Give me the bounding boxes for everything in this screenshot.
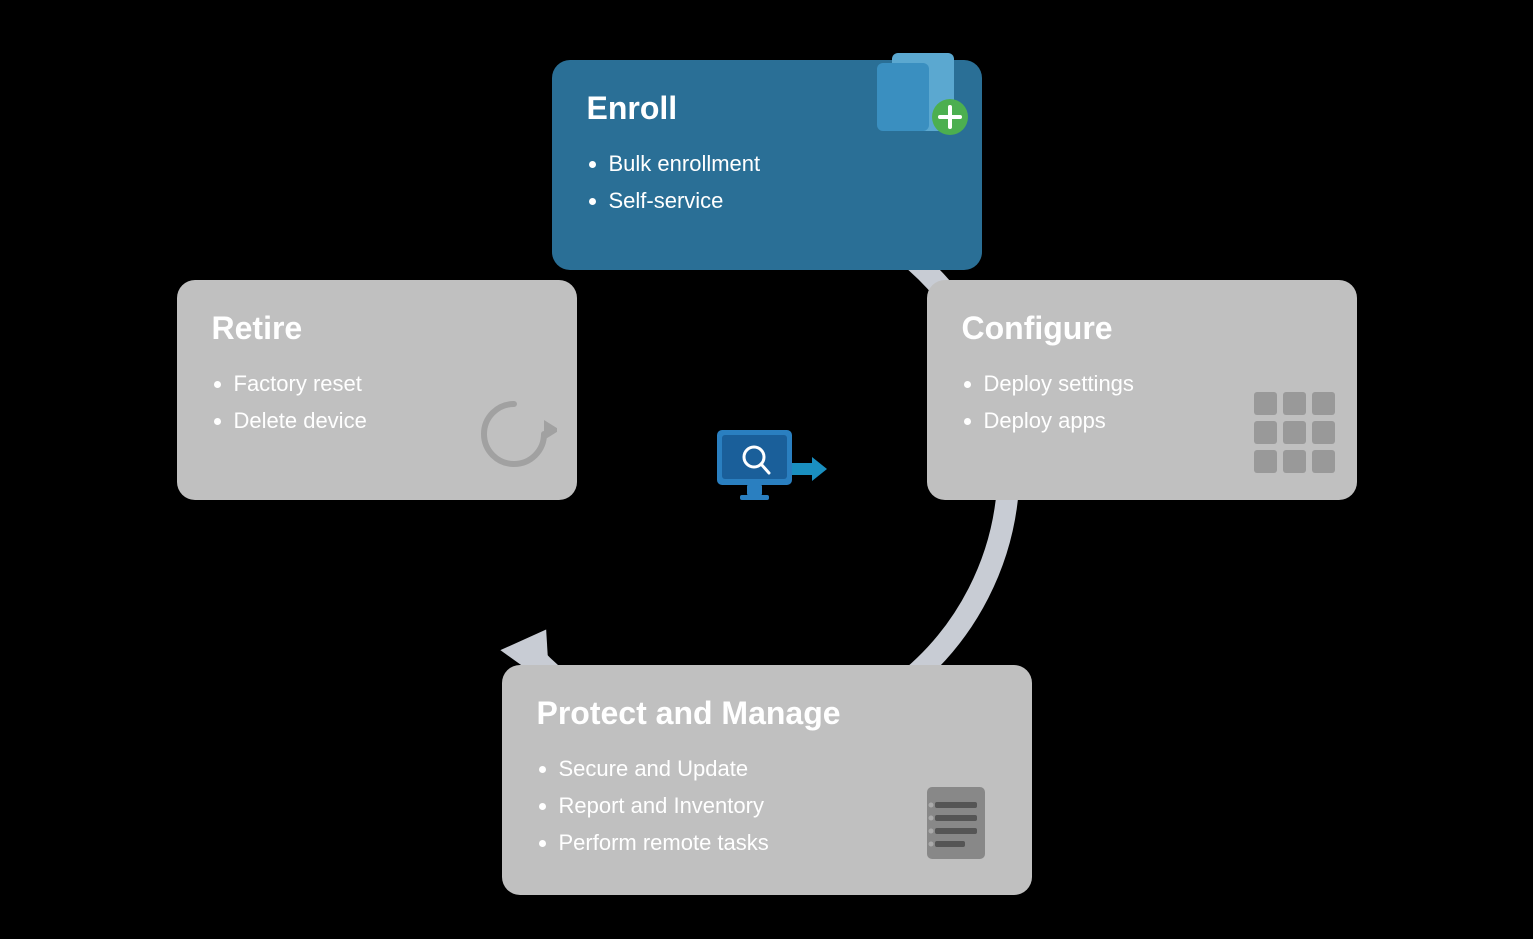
retire-card: Retire Factory reset Delete device	[177, 280, 577, 500]
protect-title: Protect and Manage	[537, 695, 997, 732]
protect-icon	[917, 782, 1007, 877]
enroll-item-2: Self-service	[609, 182, 947, 219]
enroll-card: Enroll Bulk enrollment Self-service	[552, 60, 982, 270]
center-management-icon	[712, 425, 822, 515]
diagram-container: Enroll Bulk enrollment Self-service Conf…	[167, 30, 1367, 910]
configure-title: Configure	[962, 310, 1322, 347]
retire-title: Retire	[212, 310, 542, 347]
retire-icon	[472, 392, 557, 482]
enroll-list: Bulk enrollment Self-service	[587, 145, 947, 220]
protect-card: Protect and Manage Secure and Update Rep…	[502, 665, 1032, 895]
enroll-item-1: Bulk enrollment	[609, 145, 947, 182]
configure-card: Configure Deploy settings Deploy apps	[927, 280, 1357, 500]
configure-icon	[1252, 390, 1337, 480]
enroll-icon	[872, 45, 972, 135]
